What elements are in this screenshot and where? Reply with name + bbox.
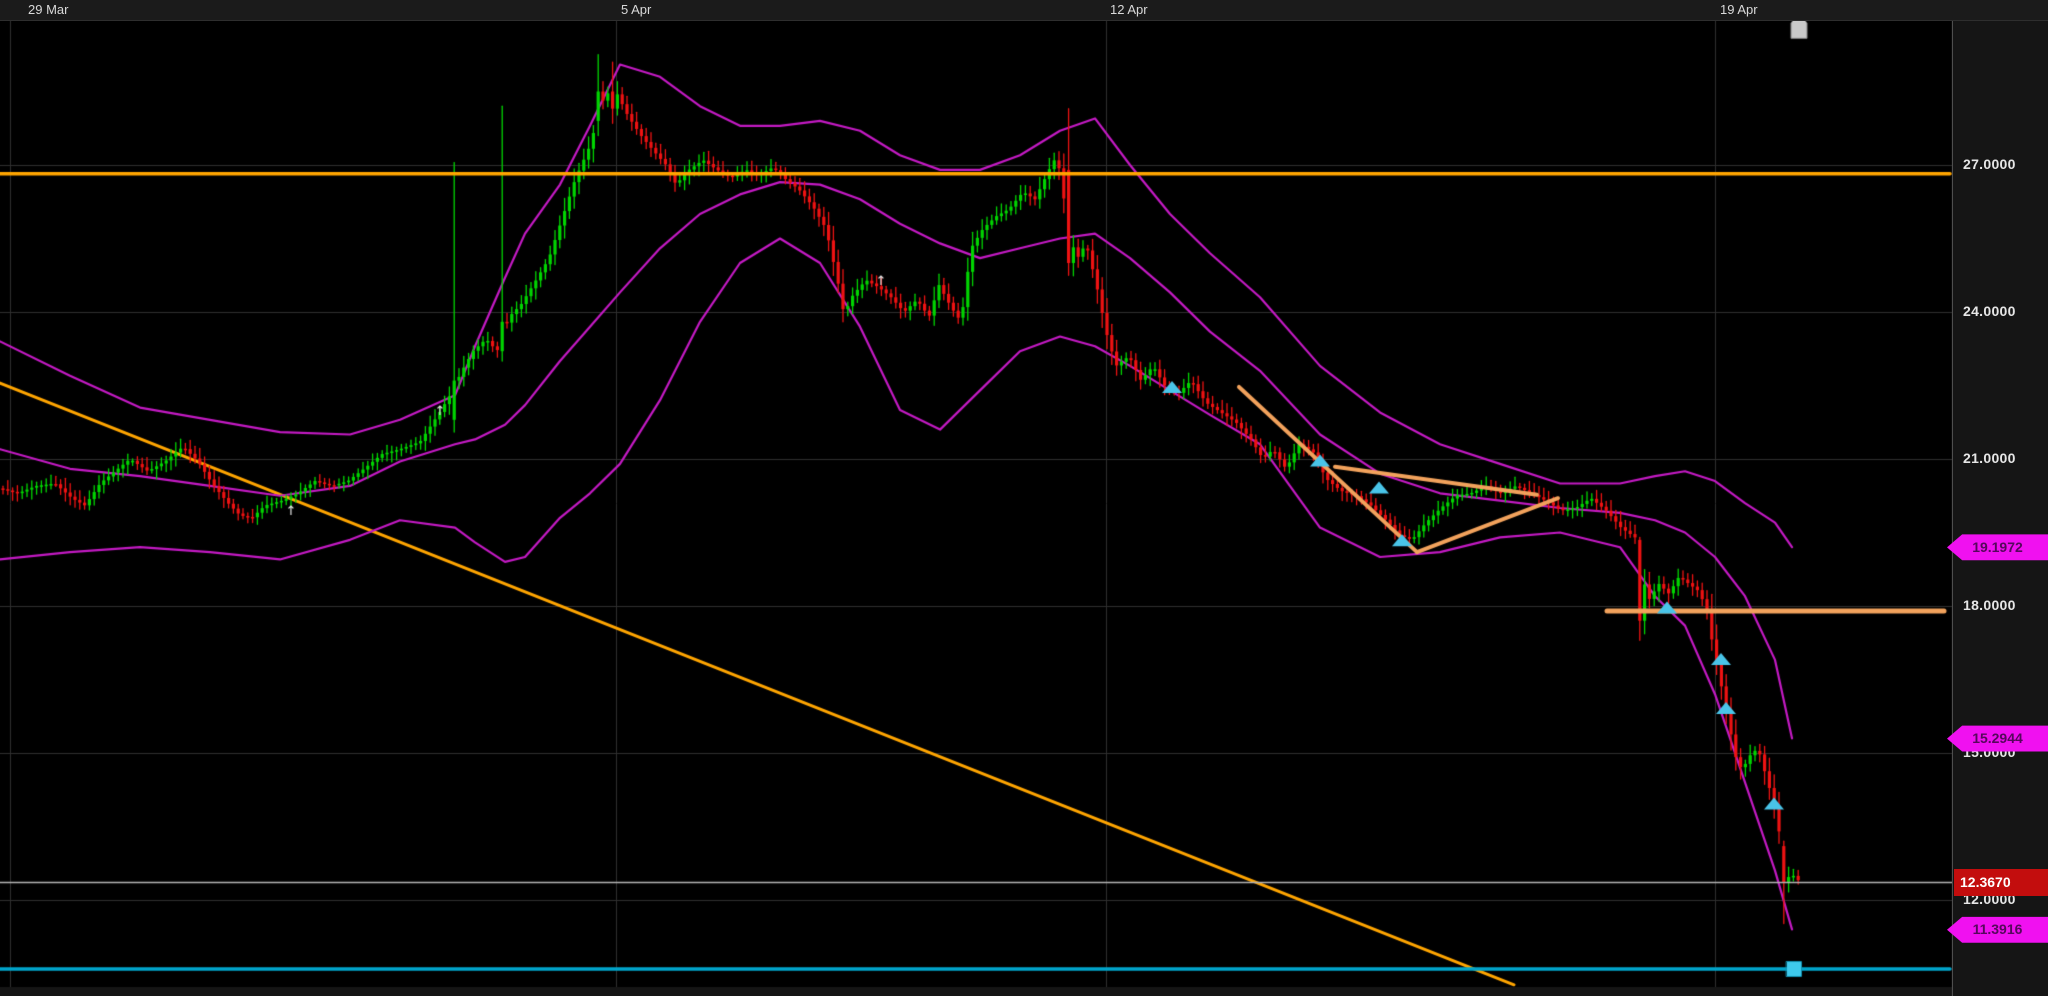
price-axis-label: 21.0000 xyxy=(1963,450,2016,466)
last-price-tag: 12.3670 xyxy=(1954,869,2048,896)
band-value-tag-upper: 19.1972 xyxy=(1947,534,2048,561)
band-value-tag-lower: 11.3916 xyxy=(1947,916,2048,943)
trading-chart-window: 29 Mar 5 Apr 12 Apr 19 Apr 27.0000 24.00… xyxy=(0,0,2048,996)
time-axis-label: 5 Apr xyxy=(621,2,651,17)
time-axis: 29 Mar 5 Apr 12 Apr 19 Apr xyxy=(0,0,2048,21)
chart-canvas[interactable] xyxy=(0,0,2048,996)
time-axis-label: 19 Apr xyxy=(1720,2,1758,17)
time-axis-label: 29 Mar xyxy=(28,2,68,17)
price-axis-label: 18.0000 xyxy=(1963,597,2016,613)
price-axis-label: 27.0000 xyxy=(1963,156,2016,172)
time-axis-label: 12 Apr xyxy=(1110,2,1148,17)
price-axis-label: 24.0000 xyxy=(1963,303,2016,319)
band-value-tag-middle: 15.2944 xyxy=(1947,725,2048,752)
price-axis[interactable]: 27.0000 24.0000 21.0000 18.0000 15.0000 … xyxy=(1952,20,2048,996)
